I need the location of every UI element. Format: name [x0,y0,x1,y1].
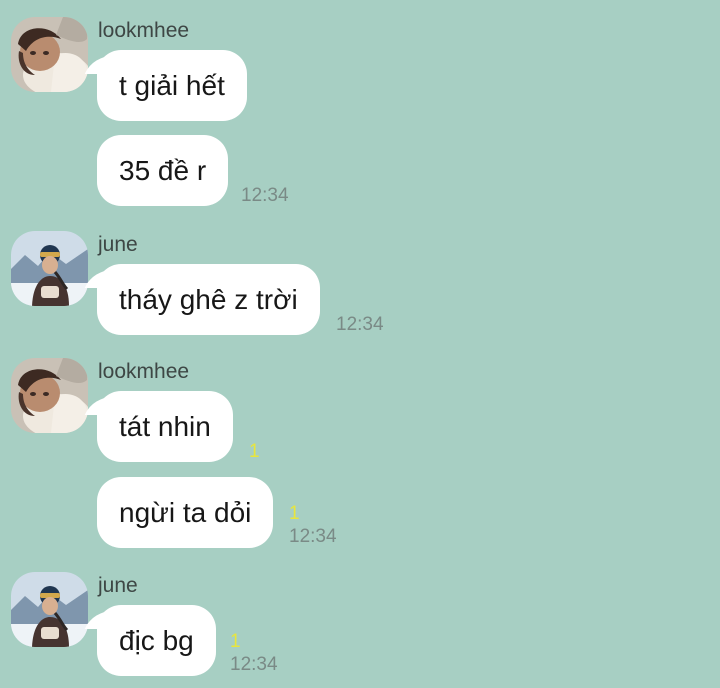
sender-name: lookmhee [98,360,190,383]
message-bubble[interactable]: ngừi ta dỏi [97,477,274,548]
message-bubble[interactable]: t giải hết [97,50,247,121]
message-text: tháy ghê z trời [119,283,298,315]
chat-view: lookmhee t giải hết 35 đề r 12:34 june t… [0,0,720,688]
avatar-image [11,572,88,647]
unread-count: 1 [249,441,260,462]
june-avatar[interactable] [11,231,88,306]
avatar-image [11,17,88,92]
sender-name: june [98,574,138,597]
message-bubble[interactable]: địc bg [97,605,216,676]
message-timestamp: 12:34 [289,526,337,547]
message-bubble[interactable]: tháy ghê z trời [97,264,320,335]
message-timestamp: 12:34 [241,185,289,206]
avatar-image [11,231,88,306]
message-text: t giải hết [119,69,225,101]
lookmhee-avatar[interactable] [11,358,88,433]
message-text: địc bg [119,624,194,656]
lookmhee-avatar[interactable] [11,17,88,92]
message-text: tát nhin [119,410,211,442]
avatar-image [11,358,88,433]
message-text: ngừi ta dỏi [119,496,252,528]
message-text: 35 đề r [119,154,207,186]
message-bubble[interactable]: 35 đề r [97,135,229,206]
june-avatar[interactable] [11,572,88,647]
message-bubble[interactable]: tát nhin [97,391,233,462]
message-timestamp: 12:34 [230,654,278,675]
message-timestamp: 12:34 [336,314,384,335]
unread-count: 1 [289,503,300,524]
unread-count: 1 [230,631,241,652]
sender-name: june [98,233,138,256]
sender-name: lookmhee [98,19,190,42]
